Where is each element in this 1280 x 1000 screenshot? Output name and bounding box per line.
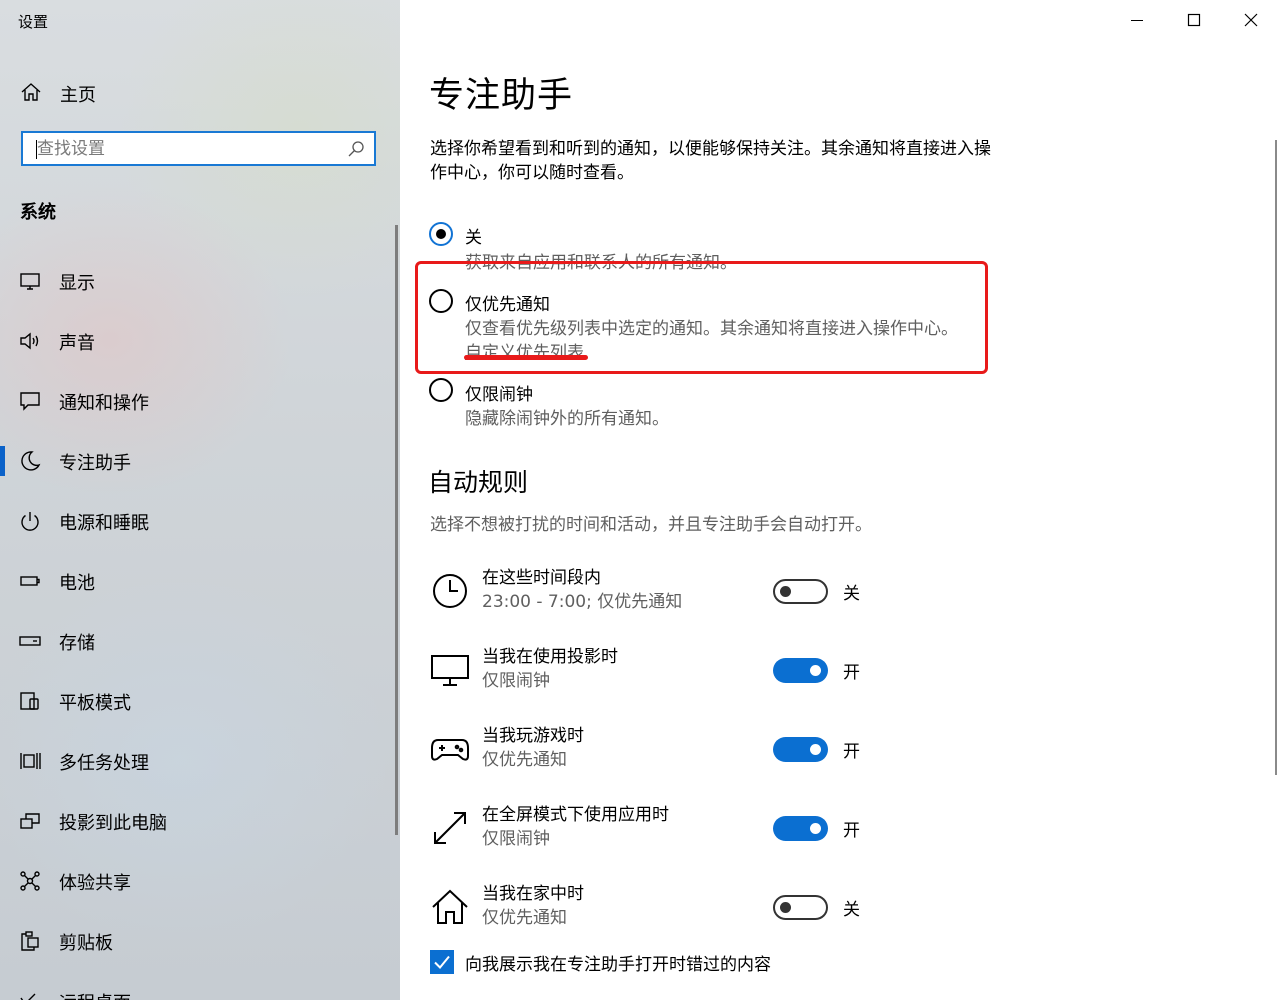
sidebar-item-project[interactable]: 投影到此电脑 [0, 796, 396, 846]
sidebar-item-label: 电池 [59, 573, 95, 594]
rule-sub: 仅限闹钟 [482, 829, 550, 849]
sidebar-scrollbar[interactable] [395, 225, 398, 835]
sidebar-item-shared-experiences[interactable]: 体验共享 [0, 856, 396, 906]
show-missed-label[interactable]: 向我展示我在专注助手打开时错过的内容 [465, 950, 771, 975]
speaker-icon [20, 332, 39, 350]
notification-icon [20, 392, 40, 411]
rule-toggle[interactable] [773, 658, 828, 683]
option-alarms-label[interactable]: 仅限闹钟 [465, 380, 533, 405]
rule-sub: 仅限闹钟 [482, 671, 550, 691]
toggle-state: 开 [843, 742, 860, 762]
checkmark-icon [434, 955, 450, 969]
search-icon[interactable] [347, 140, 365, 158]
rule-toggle[interactable] [773, 816, 828, 841]
page-description: 选择你希望看到和听到的通知，以便能够保持关注。其余通知将直接进入操作中心，你可以… [430, 139, 991, 183]
fullscreen-icon [434, 812, 466, 844]
rule-sub: 23:00 - 7:00; 仅优先通知 [482, 592, 683, 612]
option-alarms-desc: 隐藏除闹钟外的所有通知。 [465, 409, 669, 429]
radio-off[interactable] [429, 222, 453, 246]
rule-name: 当我在使用投影时 [482, 647, 618, 667]
rule-time-range[interactable]: 在这些时间段内 23:00 - 7:00; 仅优先通知 关 [400, 560, 1000, 620]
tablet-mode-icon [20, 692, 39, 710]
rule-name: 在这些时间段内 [482, 568, 601, 588]
sidebar-item-label: 投影到此电脑 [59, 813, 167, 834]
sidebar-item-label: 显示 [59, 273, 95, 294]
sidebar-item-label: 电源和睡眠 [59, 513, 149, 534]
close-icon[interactable] [1236, 6, 1266, 34]
auto-rules-desc: 选择不想被打扰的时间和活动，并且专注助手会自动打开。 [430, 515, 872, 535]
rule-sub: 仅优先通知 [482, 908, 567, 928]
power-icon [21, 512, 39, 531]
window-title: 设置 [18, 13, 49, 31]
main-content: 专注助手 选择你希望看到和听到的通知，以便能够保持关注。其余通知将直接进入操作中… [400, 0, 1280, 1000]
sidebar-item-label: 平板模式 [59, 693, 131, 714]
section-label-system: 系统 [20, 202, 56, 223]
sidebar-item-label: 专注助手 [59, 453, 131, 474]
rule-gaming[interactable]: 当我玩游戏时 仅优先通知 开 [400, 718, 1000, 778]
clipboard-icon [21, 931, 39, 951]
rule-toggle[interactable] [773, 737, 828, 762]
battery-icon [20, 576, 40, 586]
rule-name: 当我玩游戏时 [482, 726, 584, 746]
rule-name: 当我在家中时 [482, 884, 584, 904]
project-icon [20, 813, 40, 829]
maximize-icon[interactable] [1179, 6, 1209, 34]
radio-alarms-only[interactable] [429, 378, 453, 402]
highlight-underline [464, 355, 588, 360]
sidebar-item-focus-assist[interactable]: 专注助手 [0, 436, 396, 486]
active-indicator [0, 446, 5, 476]
multitasking-icon [20, 753, 41, 769]
sidebar-item-label: 远程桌面 [59, 989, 131, 1000]
sidebar-home[interactable]: 主页 [0, 72, 400, 112]
sidebar-item-label: 声音 [59, 333, 95, 354]
rule-sub: 仅优先通知 [482, 750, 567, 770]
main-scrollbar[interactable] [1275, 140, 1277, 775]
home-icon [432, 889, 468, 924]
auto-rules-title: 自动规则 [428, 468, 529, 497]
sidebar-item-clipboard[interactable]: 剪贴板 [0, 916, 396, 966]
gamepad-icon [431, 739, 469, 761]
sidebar-item-label: 剪贴板 [59, 933, 113, 954]
toggle-state: 关 [843, 584, 860, 604]
sidebar-item-storage[interactable]: 存储 [0, 616, 396, 666]
search-box[interactable] [21, 131, 376, 166]
sidebar-item-sound[interactable]: 声音 [0, 316, 396, 366]
sidebar-item-power[interactable]: 电源和睡眠 [0, 496, 396, 546]
option-off-label[interactable]: 关 [465, 223, 482, 248]
remote-desktop-icon [20, 993, 36, 1000]
sidebar-item-label: 存储 [59, 633, 95, 654]
clock-icon [433, 574, 467, 608]
sidebar: 设置 主页 系统 显示 声音 通知和操作 [0, 0, 400, 1000]
monitor-icon [431, 655, 469, 686]
toggle-state: 关 [843, 900, 860, 920]
toggle-state: 开 [843, 663, 860, 683]
toggle-state: 开 [843, 821, 860, 841]
show-missed-checkbox[interactable] [430, 950, 454, 974]
sidebar-item-remote-desktop[interactable]: 远程桌面 [0, 976, 396, 1000]
sidebar-home-label: 主页 [60, 85, 96, 106]
rule-fullscreen[interactable]: 在全屏模式下使用应用时 仅限闹钟 开 [400, 797, 1000, 857]
minimize-icon[interactable] [1122, 6, 1152, 34]
home-icon [21, 83, 41, 101]
share-icon [20, 871, 40, 891]
sidebar-item-label: 多任务处理 [59, 753, 149, 774]
moon-icon [21, 451, 41, 471]
sidebar-item-label: 体验共享 [59, 873, 131, 894]
rule-at-home[interactable]: 当我在家中时 仅优先通知 关 [400, 876, 1000, 936]
sidebar-item-battery[interactable]: 电池 [0, 556, 396, 606]
search-input[interactable] [37, 133, 337, 164]
page-title: 专注助手 [429, 76, 574, 116]
sidebar-item-tablet-mode[interactable]: 平板模式 [0, 676, 396, 726]
sidebar-item-multitasking[interactable]: 多任务处理 [0, 736, 396, 786]
sidebar-item-notifications[interactable]: 通知和操作 [0, 376, 396, 426]
monitor-icon [20, 273, 40, 290]
rule-toggle[interactable] [773, 579, 828, 604]
sidebar-item-display[interactable]: 显示 [0, 256, 396, 306]
sidebar-item-label: 通知和操作 [59, 393, 149, 414]
rule-name: 在全屏模式下使用应用时 [482, 805, 669, 825]
rule-projecting[interactable]: 当我在使用投影时 仅限闹钟 开 [400, 639, 1000, 699]
storage-icon [19, 636, 41, 646]
rule-toggle[interactable] [773, 895, 828, 920]
